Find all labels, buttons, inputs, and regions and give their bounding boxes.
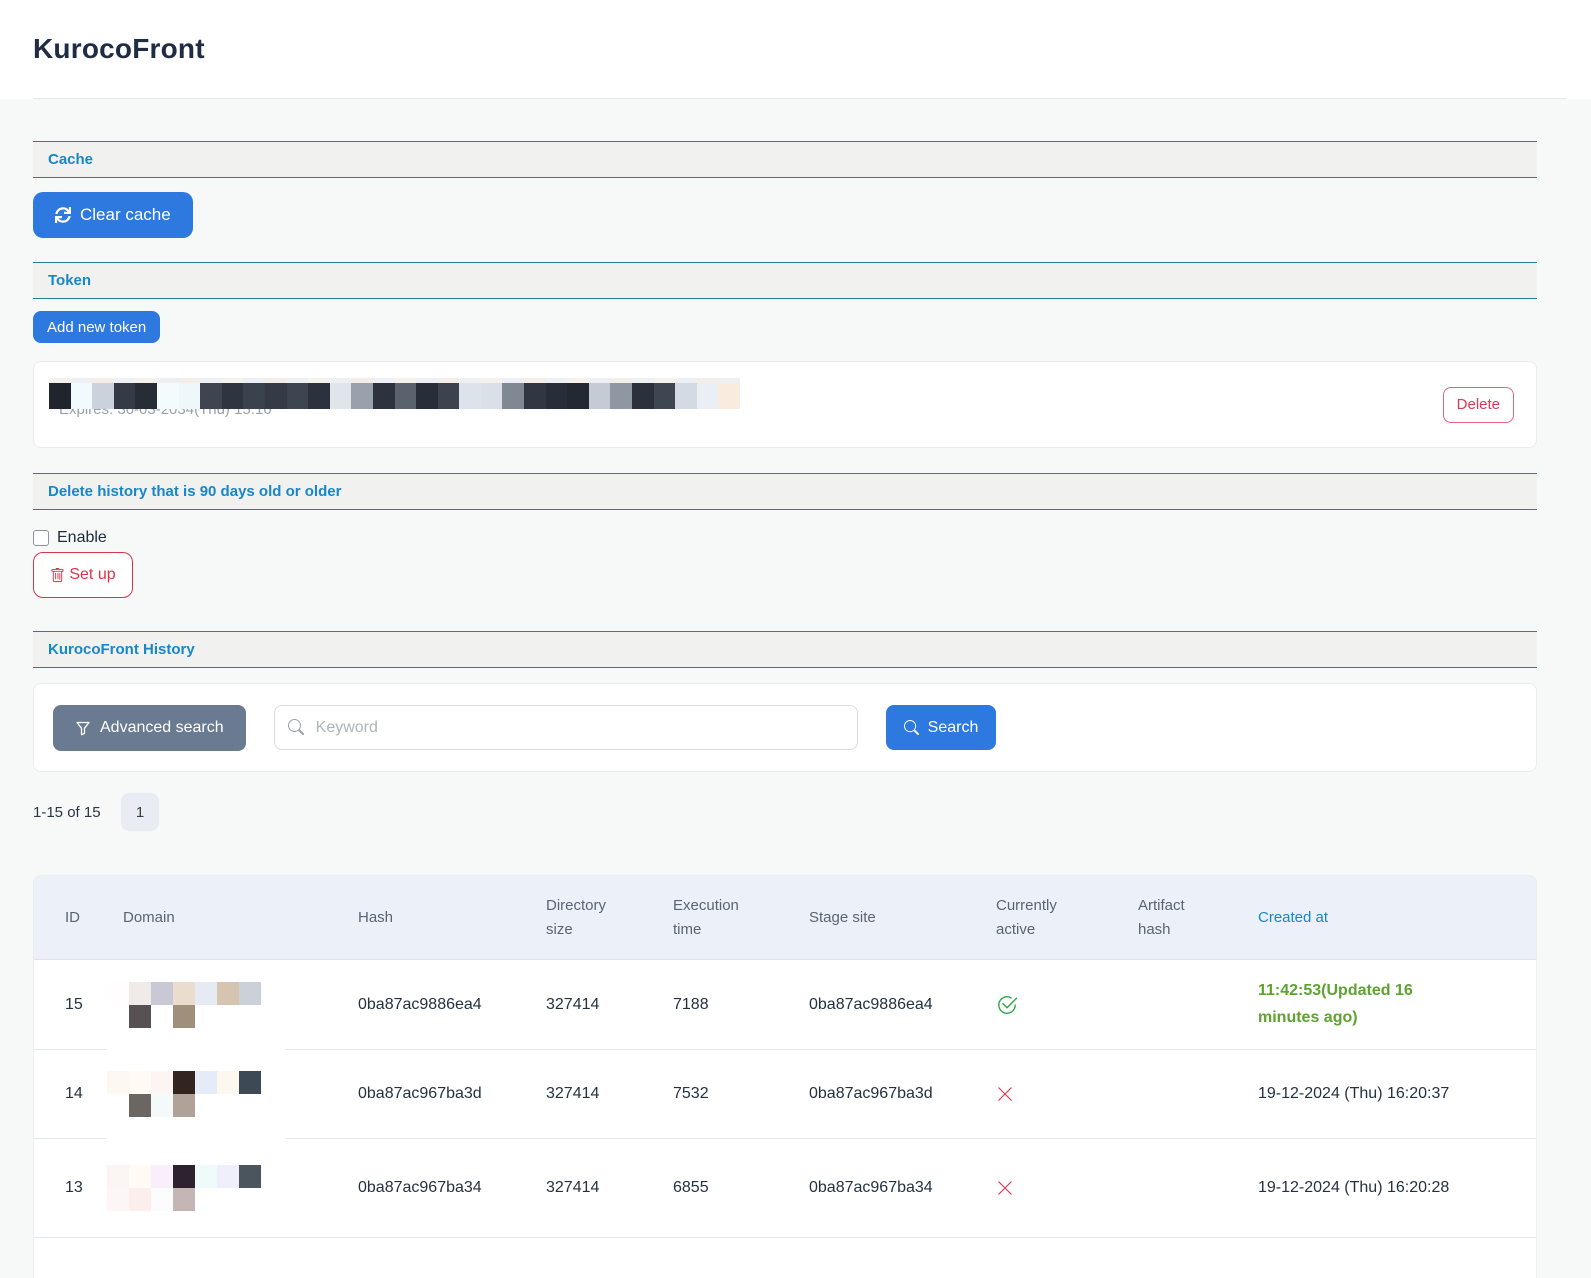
column-header-id: ID <box>34 876 111 959</box>
column-header-artifact-hash: Artifact hash <box>1126 876 1246 959</box>
redacted-domain <box>107 1071 261 1117</box>
search-button-icon <box>904 720 919 735</box>
cell-artifact-hash <box>1126 1139 1246 1237</box>
search-button[interactable]: Search <box>886 705 997 750</box>
redacted-domain <box>107 1165 261 1211</box>
active-check-icon <box>996 994 1018 1016</box>
column-header-created-at[interactable]: Created at <box>1246 876 1536 959</box>
cell-domain <box>111 1050 346 1138</box>
set-up-button[interactable]: Set up <box>33 552 133 598</box>
add-new-token-button[interactable]: Add new token <box>33 311 160 343</box>
token-card: Expires: 30-03-2034(Thu) 15:16 Delete <box>33 361 1537 448</box>
table-row-14: 140ba87ac967ba3d32741475320ba87ac967ba3d… <box>33 1050 1537 1139</box>
cell-hash: 0ba87ac967ba34 <box>346 1139 534 1237</box>
column-header-domain: Domain <box>111 876 346 959</box>
advanced-search-label: Advanced search <box>100 719 224 737</box>
advanced-search-button[interactable]: Advanced search <box>53 705 246 751</box>
page-header: KurocoFront <box>0 0 1591 99</box>
section-title-cache: Cache <box>48 151 93 168</box>
cell-currently-active <box>984 1050 1126 1138</box>
table-row-13: 130ba87ac967ba3432741468550ba87ac967ba34… <box>33 1139 1537 1238</box>
cell-domain <box>111 1139 346 1237</box>
title-divider <box>33 98 1566 99</box>
add-token-label: Add new token <box>47 319 146 336</box>
history-table: IDDomainHashDirectory sizeExecution time… <box>33 875 1537 1278</box>
cell-id: 15 <box>34 960 111 1049</box>
enable-checkbox[interactable] <box>33 530 49 546</box>
page-1-button[interactable]: 1 <box>121 793 159 831</box>
enable-row: Enable <box>33 528 1591 548</box>
cell-domain <box>111 960 346 1049</box>
cell-execution-time: 7188 <box>661 960 797 1049</box>
cell-created-at: 11:42:53(Updated 16 minutes ago) <box>1246 960 1536 1049</box>
section-title-token: Token <box>48 272 91 289</box>
cell-created-at: 19-12-2024 (Thu) 16:20:28 <box>1246 1139 1536 1237</box>
inactive-x-icon <box>996 1085 1014 1103</box>
column-header-directory-size: Directory size <box>534 876 661 959</box>
set-up-label: Set up <box>69 566 115 584</box>
cell-currently-active <box>984 960 1126 1049</box>
cell-artifact-hash <box>1126 960 1246 1049</box>
section-title-history: KurocoFront History <box>48 641 195 658</box>
search-icon <box>288 719 304 735</box>
clear-cache-label: Clear cache <box>80 205 171 225</box>
cell-id: 13 <box>34 1139 111 1237</box>
cell-directory-size: 327414 <box>534 1139 661 1237</box>
section-header-delete-history: Delete history that is 90 days old or ol… <box>33 473 1537 510</box>
table-next-row-sliver <box>33 1238 1537 1278</box>
delete-token-label: Delete <box>1457 396 1500 413</box>
trash-icon <box>50 568 65 583</box>
cell-artifact-hash <box>1126 1050 1246 1138</box>
section-header-cache: Cache <box>33 141 1537 178</box>
column-header-hash: Hash <box>346 876 534 959</box>
column-header-stage-site: Stage site <box>797 876 984 959</box>
cell-currently-active <box>984 1139 1126 1237</box>
redacted-domain <box>107 982 261 1028</box>
page-title: KurocoFront <box>33 33 205 65</box>
cell-execution-time: 6855 <box>661 1139 797 1237</box>
search-card: Advanced search Search <box>33 683 1537 772</box>
cell-hash: 0ba87ac9886ea4 <box>346 960 534 1049</box>
redacted-token-value <box>49 383 789 409</box>
section-title-delete-history: Delete history that is 90 days old or ol… <box>48 483 341 500</box>
search-button-label: Search <box>928 719 979 737</box>
pagination: 1-15 of 15 1 <box>33 793 1591 831</box>
column-header-execution-time: Execution time <box>661 876 797 959</box>
pagination-summary: 1-15 of 15 <box>33 804 121 821</box>
cell-stage-site: 0ba87ac967ba3d <box>797 1050 984 1138</box>
cell-execution-time: 7532 <box>661 1050 797 1138</box>
cell-directory-size: 327414 <box>534 1050 661 1138</box>
filter-icon <box>75 720 91 736</box>
enable-label: Enable <box>57 529 107 547</box>
cell-created-at: 19-12-2024 (Thu) 16:20:37 <box>1246 1050 1536 1138</box>
table-header-row: IDDomainHashDirectory sizeExecution time… <box>33 875 1537 960</box>
section-header-history: KurocoFront History <box>33 631 1537 668</box>
refresh-icon <box>55 207 71 223</box>
column-header-currently-active: Currently active <box>984 876 1126 959</box>
cell-stage-site: 0ba87ac967ba34 <box>797 1139 984 1237</box>
redaction-noise <box>49 378 789 383</box>
cell-hash: 0ba87ac967ba3d <box>346 1050 534 1138</box>
inactive-x-icon <box>996 1179 1014 1197</box>
table-body: 150ba87ac9886ea432741471880ba87ac9886ea4… <box>33 960 1537 1238</box>
cell-stage-site: 0ba87ac9886ea4 <box>797 960 984 1049</box>
keyword-field <box>274 705 858 750</box>
cell-directory-size: 327414 <box>534 960 661 1049</box>
section-header-token: Token <box>33 262 1537 299</box>
delete-token-button[interactable]: Delete <box>1443 387 1514 423</box>
keyword-input[interactable] <box>274 705 858 750</box>
clear-cache-button[interactable]: Clear cache <box>33 192 193 238</box>
cell-id: 14 <box>34 1050 111 1138</box>
table-row-15: 150ba87ac9886ea432741471880ba87ac9886ea4… <box>33 960 1537 1050</box>
